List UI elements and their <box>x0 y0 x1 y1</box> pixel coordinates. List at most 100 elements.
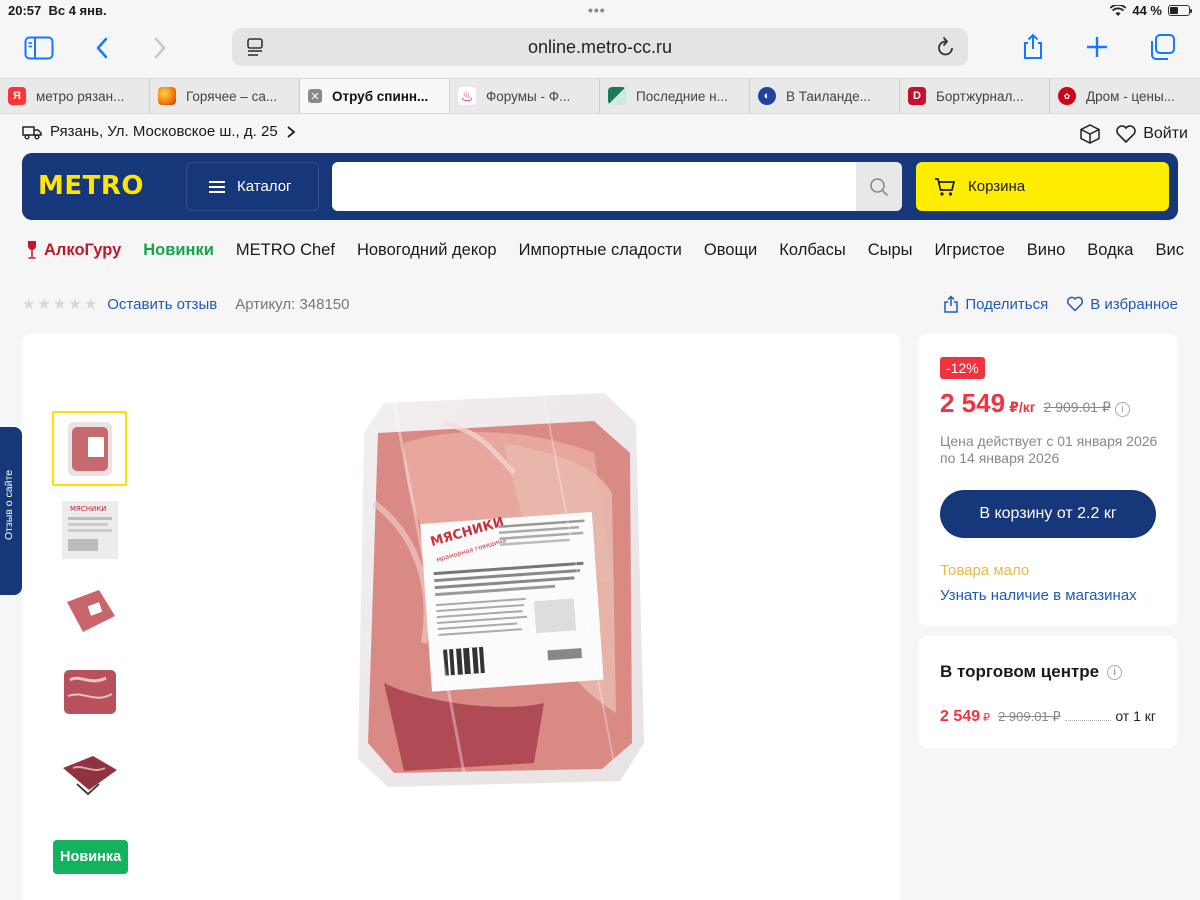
meat-thumb-icon <box>67 421 112 476</box>
delivery-location[interactable]: Рязань, Ул. Московское ш., д. 25 <box>22 123 296 140</box>
thumbnail-4[interactable] <box>52 654 127 729</box>
site-feedback-tab[interactable]: Отзыв о сайте <box>0 427 22 595</box>
drom-icon: ✿ <box>1058 87 1076 105</box>
info-icon[interactable]: i <box>1107 664 1123 680</box>
address-bar[interactable]: online.metro-cc.ru <box>232 28 968 66</box>
chevron-down-icon[interactable] <box>74 781 102 797</box>
svg-text:МЯСНИКИ: МЯСНИКИ <box>70 505 107 513</box>
nav-sausages[interactable]: Колбасы <box>779 241 845 260</box>
menu-icon <box>209 180 225 193</box>
thumbnail-5[interactable] <box>52 735 127 810</box>
status-bar: 20:57 Вс 4 янв. ••• 44 % <box>0 0 1200 22</box>
cart-button[interactable]: Корзина <box>916 162 1169 211</box>
reload-icon[interactable] <box>936 36 956 58</box>
tab-drom[interactable]: ✿ Дром - цены... <box>1050 79 1200 113</box>
store-title: В торговом центре i <box>940 662 1123 682</box>
thumbnail-3[interactable] <box>52 573 127 648</box>
tab-news[interactable]: Последние н... <box>600 79 750 113</box>
new-tab-icon[interactable] <box>1085 35 1109 59</box>
wine-glass-icon <box>28 241 36 259</box>
tab-drive2[interactable]: D Бортжурнал... <box>900 79 1050 113</box>
forward-icon[interactable] <box>152 36 168 60</box>
thumbnail-list: МЯСНИКИ <box>52 411 128 816</box>
info-icon[interactable]: i <box>1114 402 1130 417</box>
grill-icon: ♨ <box>458 87 476 105</box>
cart-icon <box>935 177 956 196</box>
nav-wine[interactable]: Вино <box>1027 241 1066 260</box>
close-icon[interactable]: ✕ <box>308 89 322 103</box>
thumbnail-2[interactable]: МЯСНИКИ <box>52 492 127 567</box>
back-icon[interactable] <box>94 36 110 60</box>
status-right: 44 % <box>1110 3 1192 18</box>
nav-vodka[interactable]: Водка <box>1087 241 1133 260</box>
nav-novinki[interactable]: Новинки <box>143 241 214 260</box>
tab-product[interactable]: ✕ Отруб спинн... <box>300 79 450 113</box>
add-to-cart-button[interactable]: В корзину от 2.2 кг <box>940 490 1156 538</box>
search-input[interactable] <box>332 162 902 211</box>
catalog-button[interactable]: Каталог <box>186 162 319 211</box>
metro-logo[interactable]: METRO <box>38 171 144 201</box>
tab-forums[interactable]: ♨ Форумы - Ф... <box>450 79 600 113</box>
nav-metro-chef[interactable]: METRO Chef <box>236 241 335 260</box>
nav-import-sweets[interactable]: Импортные сладости <box>519 241 682 260</box>
web-page: Рязань, Ул. Московское ш., д. 25 Войти M… <box>0 115 1200 900</box>
star-icon: ★ <box>52 296 67 313</box>
star-icon: ★ <box>83 296 98 313</box>
product-gallery: МЯСНИКИ МЯСНИКИ мраморная говядина Новин… <box>22 333 900 900</box>
category-nav: АлкоГуру Новинки METRO Chef Новогодний д… <box>26 240 1200 260</box>
meat-thumb-icon <box>63 669 116 714</box>
location-text: Рязань, Ул. Московское ш., д. 25 <box>50 123 278 140</box>
box-icon[interactable] <box>1079 123 1101 145</box>
product-actions: Поделиться В избранное <box>943 295 1178 313</box>
star-icon: ★ <box>22 296 36 313</box>
url-text: online.metro-cc.ru <box>527 37 673 57</box>
nav-vegetables[interactable]: Овощи <box>704 241 757 260</box>
nav-alkoguru[interactable]: АлкоГуру <box>26 240 121 260</box>
sidebar-icon[interactable] <box>24 36 54 60</box>
favorite-button[interactable]: В избранное <box>1066 296 1178 313</box>
share-button[interactable]: Поделиться <box>943 295 1048 313</box>
chevron-right-icon <box>287 125 296 138</box>
share-icon[interactable] <box>1021 32 1045 60</box>
product-image[interactable]: МЯСНИКИ мраморная говядина <box>344 383 662 803</box>
leader-dots <box>1064 720 1112 721</box>
discount-badge: -12% <box>940 357 985 379</box>
heart-icon <box>1067 296 1084 312</box>
multitask-dots[interactable]: ••• <box>588 2 606 18</box>
store-old-price: 2 909.01 ₽ <box>998 709 1061 724</box>
nav-sparkling[interactable]: Игристое <box>935 241 1005 260</box>
search-icon <box>870 177 889 196</box>
store-price-card: В торговом центре i 2 549 ₽ 2 909.01 ₽ о… <box>918 636 1178 748</box>
check-availability-link[interactable]: Узнать наличие в магазинах <box>940 587 1137 604</box>
battery-text: 44 % <box>1132 3 1162 18</box>
current-price: 2 549 <box>940 388 1006 418</box>
browser-toolbar: online.metro-cc.ru <box>0 22 1200 76</box>
pikabu-icon <box>158 87 176 105</box>
store-currency: ₽ <box>983 712 991 724</box>
price-row: 2 549 ₽/кг 2 909.01 ₽ i <box>940 388 1130 419</box>
search-button[interactable] <box>856 162 902 211</box>
tab-metro-ryazan[interactable]: Яметро рязан... <box>0 79 150 113</box>
thumbnail-1[interactable] <box>52 411 127 486</box>
new-badge: Новинка <box>53 840 129 874</box>
account-controls: Войти <box>1079 123 1188 145</box>
tab-pikabu[interactable]: Горячее – са... <box>150 79 300 113</box>
tab-thailand[interactable]: ◐ В Таиланде... <box>750 79 900 113</box>
sku-text: Артикул: 348150 <box>235 295 350 313</box>
tab-bar: Яметро рязан... Горячее – са... ✕ Отруб с… <box>0 78 1200 114</box>
truck-icon <box>22 125 42 139</box>
site-header: METRO Каталог Корзина <box>22 153 1178 220</box>
nav-new-year-decor[interactable]: Новогодний декор <box>357 241 497 260</box>
yandex-icon: Я <box>8 87 26 105</box>
stock-status: Товара мало <box>940 562 1030 579</box>
old-price: 2 909.01 ₽ <box>1043 399 1111 415</box>
tabs-overview-icon[interactable] <box>1148 33 1176 61</box>
battery-icon <box>1168 5 1192 16</box>
nav-cheeses[interactable]: Сыры <box>868 241 913 260</box>
star-icon: ★ <box>68 296 82 313</box>
leave-review-link[interactable]: Оставить отзыв <box>107 296 217 313</box>
nav-whisky[interactable]: Вис <box>1156 241 1184 260</box>
news-icon <box>608 87 626 105</box>
status-time: 20:57 Вс 4 янв. <box>8 3 107 18</box>
login-link[interactable]: Войти <box>1115 124 1188 144</box>
